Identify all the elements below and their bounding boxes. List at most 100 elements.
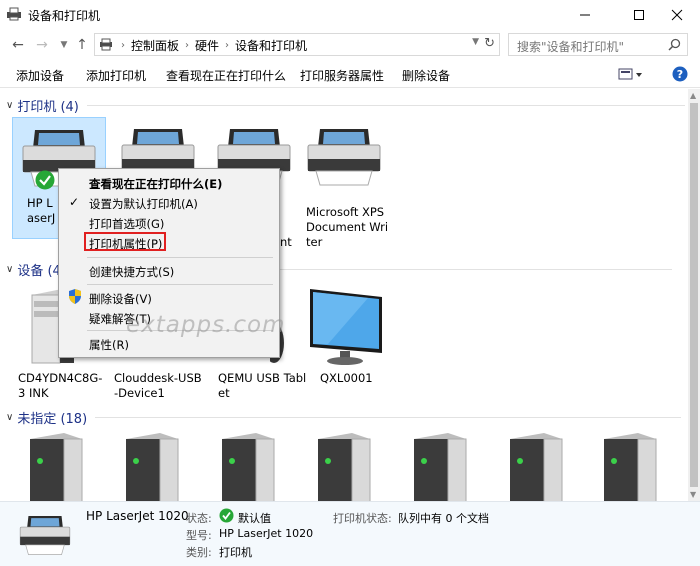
device-item[interactable]: QXL0001 bbox=[306, 283, 398, 403]
unspecified-device-item[interactable] bbox=[408, 433, 478, 501]
minimize-icon bbox=[580, 14, 590, 16]
see-whats-printing-button[interactable]: 查看现在正在打印什么 bbox=[166, 67, 286, 84]
recent-locations-button[interactable]: ▼ bbox=[54, 35, 74, 55]
control-panel-icon bbox=[99, 38, 113, 54]
device-label: Clouddesk-USB -Device1 bbox=[114, 371, 202, 400]
chevron-down-icon: ▼ bbox=[60, 40, 68, 50]
breadcrumb-separator-icon: › bbox=[185, 40, 190, 51]
up-button[interactable]: ↑ bbox=[72, 35, 92, 55]
default-check-icon bbox=[35, 170, 55, 193]
breadcrumb-control-panel[interactable]: 控制面板 bbox=[127, 37, 183, 54]
details-model-key: 型号: bbox=[186, 529, 212, 542]
monitor-icon bbox=[308, 287, 384, 370]
remove-device-button[interactable]: 删除设备 bbox=[402, 67, 450, 84]
server-tower-icon bbox=[504, 433, 568, 501]
print-server-properties-button[interactable]: 打印服务器属性 bbox=[300, 67, 384, 84]
watermark: extapps.com bbox=[126, 312, 286, 338]
minimize-button[interactable] bbox=[562, 0, 608, 30]
breadcrumb: › 控制面板 › 硬件 › 设备和打印机 bbox=[119, 37, 311, 54]
window-title: 设备和打印机 bbox=[28, 9, 101, 23]
unspecified-device-item[interactable] bbox=[504, 433, 574, 501]
unspecified-device-item[interactable] bbox=[120, 433, 190, 501]
back-arrow-icon: ← bbox=[12, 37, 24, 53]
address-bar[interactable]: › 控制面板 › 硬件 › 设备和打印机 ▼ ↻ bbox=[94, 33, 500, 56]
details-category-value: 打印机 bbox=[219, 546, 252, 559]
server-tower-icon bbox=[24, 433, 88, 501]
details-printer-status-key: 打印机状态: bbox=[333, 512, 392, 525]
add-device-button[interactable]: 添加设备 bbox=[16, 67, 64, 84]
checkmark-icon: ✓ bbox=[69, 195, 80, 209]
menu-item-printing-preferences[interactable]: 打印首选项(G) bbox=[89, 216, 164, 232]
chevron-down-icon: ∨ bbox=[6, 100, 14, 111]
breadcrumb-separator-icon: › bbox=[225, 40, 230, 51]
chevron-down-icon: ∨ bbox=[6, 264, 14, 275]
printer-label: Microsoft XPS Document Writer bbox=[306, 205, 389, 249]
address-dropdown-icon[interactable]: ▼ bbox=[472, 37, 479, 47]
breadcrumb-hardware[interactable]: 硬件 bbox=[191, 37, 223, 54]
unspecified-device-item[interactable] bbox=[312, 433, 382, 501]
menu-item-properties[interactable]: 属性(R) bbox=[89, 337, 129, 353]
address-row: ← → ▼ ↑ › 控制面板 › 硬件 › 设备和打印机 ▼ ↻ 搜索"设备和打… bbox=[0, 30, 700, 60]
search-placeholder: 搜索"设备和打印机" bbox=[517, 40, 625, 54]
server-tower-icon bbox=[312, 433, 376, 501]
command-bar: 添加设备 添加打印机 查看现在正在打印什么 打印服务器属性 删除设备 ? bbox=[0, 60, 700, 88]
add-printer-button[interactable]: 添加打印机 bbox=[86, 67, 146, 84]
group-header-unspecified[interactable]: ∨ 未指定 (18) bbox=[6, 408, 686, 427]
printer-label: nt bbox=[280, 235, 292, 249]
chevron-down-icon: ∨ bbox=[6, 412, 14, 423]
scroll-up-icon[interactable]: ▲ bbox=[690, 91, 696, 100]
details-model-value: HP LaserJet 1020 bbox=[219, 527, 314, 540]
menu-item-remove-device[interactable]: 删除设备(V) bbox=[89, 291, 152, 307]
group-divider bbox=[95, 417, 682, 418]
details-status-value: 默认值 bbox=[238, 512, 271, 525]
printer-item[interactable]: Microsoft XPS Document Writer bbox=[302, 117, 394, 249]
default-check-icon bbox=[219, 508, 234, 526]
up-arrow-icon: ↑ bbox=[76, 37, 88, 53]
breadcrumb-devices-printers[interactable]: 设备和打印机 bbox=[231, 37, 311, 54]
close-icon bbox=[671, 9, 683, 21]
server-tower-icon bbox=[120, 433, 184, 501]
details-device-name: HP LaserJet 1020 bbox=[86, 509, 189, 523]
menu-item-set-default[interactable]: 设置为默认打印机(A) bbox=[89, 196, 198, 212]
server-tower-icon bbox=[408, 433, 472, 501]
menu-item-see-whats-printing[interactable]: 查看现在正在打印什么(E) bbox=[89, 176, 222, 192]
forward-arrow-icon: → bbox=[36, 37, 48, 53]
menu-item-create-shortcut[interactable]: 创建快捷方式(S) bbox=[89, 264, 174, 280]
view-options-icon[interactable] bbox=[618, 67, 642, 84]
unspecified-device-item[interactable] bbox=[216, 433, 286, 501]
devices-printers-icon bbox=[6, 7, 22, 24]
vertical-scrollbar[interactable]: ▲ ▼ bbox=[688, 89, 700, 501]
server-tower-icon bbox=[598, 433, 662, 501]
close-button[interactable] bbox=[654, 0, 700, 30]
group-title: 打印机 (4) bbox=[17, 100, 79, 115]
menu-separator bbox=[87, 257, 273, 258]
unspecified-device-item[interactable] bbox=[598, 433, 668, 501]
printer-icon bbox=[18, 516, 72, 559]
search-input[interactable]: 搜索"设备和打印机" bbox=[508, 33, 688, 56]
details-printer-status-value: 队列中有 0 个文档 bbox=[398, 512, 489, 525]
printer-label: HP LaserJet 1020 bbox=[27, 196, 57, 228]
help-icon[interactable]: ? bbox=[672, 66, 688, 85]
scroll-down-icon[interactable]: ▼ bbox=[690, 490, 696, 499]
search-icon[interactable] bbox=[668, 38, 681, 54]
server-tower-icon bbox=[216, 433, 280, 501]
details-pane: HP LaserJet 1020 状态: 默认值 型号: HP LaserJet… bbox=[0, 501, 700, 566]
unspecified-device-item[interactable] bbox=[24, 433, 94, 501]
highlight-box bbox=[84, 232, 166, 251]
svg-text:?: ? bbox=[677, 68, 683, 81]
shield-icon bbox=[68, 289, 82, 307]
group-title: 未指定 (18) bbox=[17, 412, 88, 427]
group-divider bbox=[86, 105, 685, 106]
menu-separator bbox=[87, 284, 273, 285]
scrollbar-thumb[interactable] bbox=[690, 103, 698, 487]
device-label: QEMU USB Tablet bbox=[218, 371, 307, 400]
printer-icon bbox=[306, 129, 382, 190]
maximize-icon bbox=[634, 10, 644, 20]
title-bar: 设备和打印机 bbox=[0, 0, 700, 30]
group-header-printers[interactable]: ∨ 打印机 (4) bbox=[6, 96, 686, 115]
breadcrumb-separator-icon: › bbox=[121, 40, 125, 51]
forward-button[interactable]: → bbox=[32, 35, 52, 55]
refresh-icon[interactable]: ↻ bbox=[484, 36, 495, 51]
device-label: CD4YDN4C8G-3 INK bbox=[18, 371, 103, 400]
back-button[interactable]: ← bbox=[8, 35, 28, 55]
